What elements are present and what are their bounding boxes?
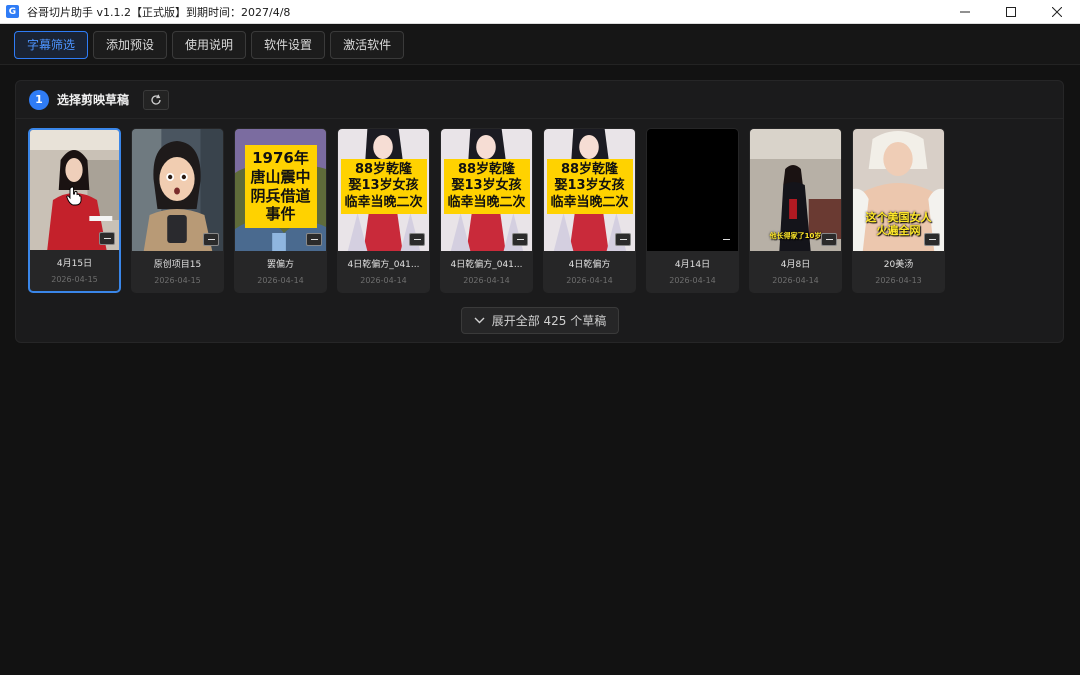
draft-thumbnail: 88岁乾隆 娶13岁女孩 临幸当晚二次 xyxy=(441,129,532,251)
draft-card[interactable]: 88岁乾隆 娶13岁女孩 临幸当晚二次 4日乾偏方_041... 2026-04… xyxy=(440,128,533,293)
draft-date: 2026-04-14 xyxy=(566,276,613,285)
tab-add-preset[interactable]: 添加预设 xyxy=(93,30,168,59)
draft-thumbnail: 这个美国女人 火遍全网 xyxy=(853,129,944,251)
draft-date: 2026-04-14 xyxy=(772,276,819,285)
draft-name: 4月15日 xyxy=(56,259,93,269)
draft-card[interactable]: 88岁乾隆 娶13岁女孩 临幸当晚二次 4日乾偏方 2026-04-14 xyxy=(543,128,636,293)
draft-card[interactable]: 这个美国女人 火遍全网 20美汤 2026-04-13 xyxy=(852,128,945,293)
window-controls xyxy=(942,0,1080,24)
draft-card[interactable]: 他长得家了10岁 4月8日 2026-04-14 xyxy=(749,128,842,293)
refresh-icon xyxy=(151,94,161,105)
draft-date: 2026-04-13 xyxy=(875,276,922,285)
tab-settings[interactable]: 软件设置 xyxy=(251,30,326,59)
title-bar: G 谷哥切片助手 v1.1.2【正式版】到期时间：2027/4/8 xyxy=(0,0,1080,24)
app-logo-icon: G xyxy=(6,5,19,18)
thumbnail-overlay-text: 88岁乾隆 娶13岁女孩 临幸当晚二次 xyxy=(443,159,530,214)
draft-select-panel: 1 选择剪映草稿 4月15日 2026-04-15 原创项目15 2026-04… xyxy=(15,80,1064,343)
draft-menu-button[interactable] xyxy=(821,233,837,246)
draft-name: 4日乾偏方_041... xyxy=(450,260,523,270)
tab-activate[interactable]: 激活软件 xyxy=(330,30,405,59)
panel-header: 1 选择剪映草稿 xyxy=(16,81,1063,119)
draft-date: 2026-04-15 xyxy=(51,275,98,284)
panel-title: 选择剪映草稿 xyxy=(57,93,130,107)
thumbnail-overlay-text: 88岁乾隆 娶13岁女孩 临幸当晚二次 xyxy=(340,159,427,214)
draft-name: 20美汤 xyxy=(883,260,914,270)
draft-date: 2026-04-14 xyxy=(360,276,407,285)
draft-card[interactable]: 4月15日 2026-04-15 xyxy=(28,128,121,293)
draft-menu-button[interactable] xyxy=(409,233,425,246)
close-icon xyxy=(1052,7,1062,17)
draft-thumbnail: 88岁乾隆 娶13岁女孩 临幸当晚二次 xyxy=(544,129,635,251)
draft-card[interactable]: 4月14日 2026-04-14 xyxy=(646,128,739,293)
draft-thumbnail: 他长得家了10岁 xyxy=(750,129,841,251)
draft-card-list: 4月15日 2026-04-15 原创项目15 2026-04-15 1976年… xyxy=(28,128,945,293)
draft-name: 原创项目15 xyxy=(153,260,202,270)
draft-menu-button[interactable] xyxy=(615,233,631,246)
main-toolbar: 字幕筛选 添加预设 使用说明 软件设置 激活软件 xyxy=(0,25,1080,65)
step-badge: 1 xyxy=(29,89,49,110)
window-title: 谷哥切片助手 v1.1.2【正式版】到期时间：2027/4/8 xyxy=(27,5,291,19)
draft-card[interactable]: 原创项目15 2026-04-15 xyxy=(131,128,224,293)
draft-date: 2026-04-14 xyxy=(463,276,510,285)
draft-menu-button[interactable] xyxy=(99,232,115,245)
maximize-icon xyxy=(1006,7,1016,17)
draft-menu-button[interactable] xyxy=(306,233,322,246)
thumbnail-overlay-text: 88岁乾隆 娶13岁女孩 临幸当晚二次 xyxy=(546,159,633,214)
draft-date: 2026-04-15 xyxy=(154,276,201,285)
draft-thumbnail xyxy=(132,129,223,251)
draft-menu-button[interactable] xyxy=(718,233,734,246)
draft-card[interactable]: 88岁乾隆 娶13岁女孩 临幸当晚二次 4日乾偏方_041... 2026-04… xyxy=(337,128,430,293)
minimize-icon xyxy=(960,11,970,13)
chevron-down-icon xyxy=(474,317,485,324)
maximize-button[interactable] xyxy=(988,0,1034,24)
draft-name: 4月8日 xyxy=(780,260,811,270)
tab-instructions[interactable]: 使用说明 xyxy=(172,30,247,59)
close-button[interactable] xyxy=(1034,0,1080,24)
expand-label: 展开全部 425 个草稿 xyxy=(491,314,607,328)
draft-name: 4月14日 xyxy=(674,260,711,270)
draft-card[interactable]: 1976年 唐山震中 阴兵借道 事件 罢偏方 2026-04-14 xyxy=(234,128,327,293)
draft-menu-button[interactable] xyxy=(924,233,940,246)
hand-cursor-icon xyxy=(66,186,82,206)
thumbnail-overlay-text: 1976年 唐山震中 阴兵借道 事件 xyxy=(244,145,317,228)
draft-date: 2026-04-14 xyxy=(669,276,716,285)
tab-subtitle-filter[interactable]: 字幕筛选 xyxy=(14,30,89,59)
draft-menu-button[interactable] xyxy=(512,233,528,246)
minimize-button[interactable] xyxy=(942,0,988,24)
refresh-button[interactable] xyxy=(143,89,170,110)
draft-thumbnail xyxy=(647,129,738,251)
draft-name: 4日乾偏方_041... xyxy=(347,260,420,270)
expand-all-drafts-button[interactable]: 展开全部 425 个草稿 xyxy=(461,307,619,334)
draft-name: 4日乾偏方 xyxy=(568,260,611,270)
draft-thumbnail: 1976年 唐山震中 阴兵借道 事件 xyxy=(235,129,326,251)
draft-thumbnail: 88岁乾隆 娶13岁女孩 临幸当晚二次 xyxy=(338,129,429,251)
draft-date: 2026-04-14 xyxy=(257,276,304,285)
draft-menu-button[interactable] xyxy=(203,233,219,246)
draft-name: 罢偏方 xyxy=(266,260,294,270)
